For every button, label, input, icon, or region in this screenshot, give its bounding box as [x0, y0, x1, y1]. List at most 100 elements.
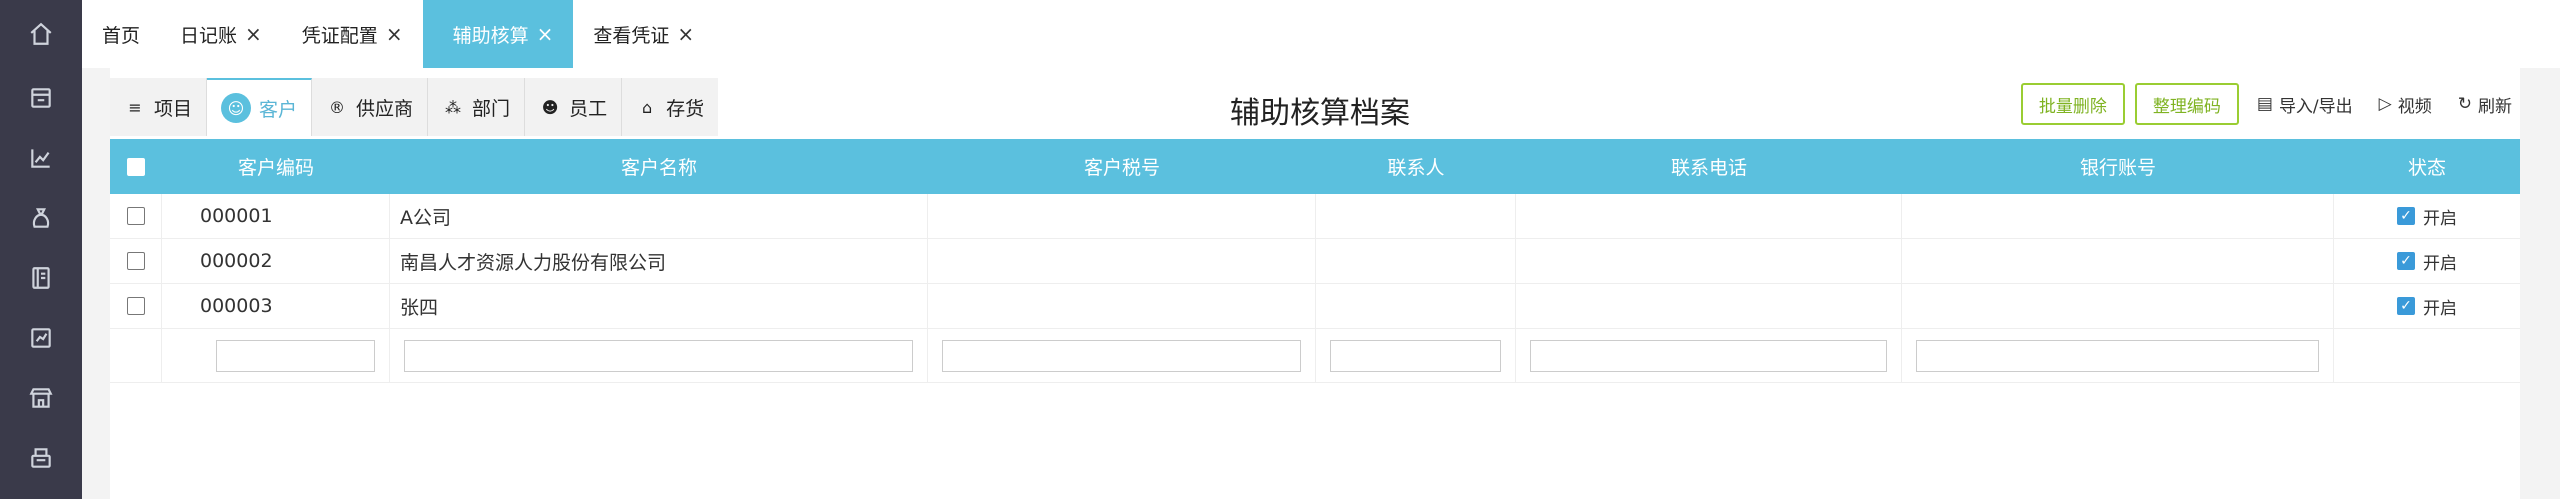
status-label: 开启 [2423, 208, 2457, 229]
close-icon[interactable]: × [245, 22, 262, 46]
column-header[interactable]: 客户编码 [162, 139, 390, 194]
list-icon: ≡ [128, 97, 142, 117]
name-input-cell [390, 329, 928, 382]
column-header[interactable]: 客户名称 [390, 139, 928, 194]
sort-codes-button[interactable]: 整理编码 [2134, 83, 2239, 125]
code-input-cell [162, 329, 390, 382]
ledger-icon[interactable] [0, 248, 82, 308]
contact-person [1316, 284, 1516, 328]
bank-input[interactable] [1916, 339, 2319, 372]
column-header[interactable]: 客户税号 [928, 139, 1316, 194]
contact-phone [1516, 284, 1902, 328]
status-toggle[interactable]: ✓ 开启 [2397, 204, 2457, 229]
chart-icon[interactable] [0, 128, 82, 188]
category-tab-inventory[interactable]: ⌂ 存货 [622, 78, 718, 136]
table-row[interactable]: 000003 张四 ✓ 开启 [110, 284, 2520, 329]
table-row[interactable]: 000002 南昌人才资源人力股份有限公司 ✓ 开启 [110, 239, 2520, 284]
row-checkbox[interactable] [126, 252, 145, 270]
document-icon: ▤ [2256, 94, 2273, 114]
sidebar [0, 0, 82, 499]
import-export-label: 导入/导出 [2278, 96, 2353, 117]
refresh-label: 刷新 [2478, 96, 2512, 117]
status-label: 开启 [2423, 298, 2457, 319]
report-icon[interactable] [0, 308, 82, 368]
name-input[interactable] [404, 339, 913, 372]
status-toggle[interactable]: ✓ 开启 [2397, 249, 2457, 274]
select-all-checkbox[interactable] [127, 157, 145, 176]
category-tab-label: 部门 [472, 97, 511, 120]
customer-code: 000002 [162, 239, 390, 283]
import-export-button[interactable]: ▤ 导入/导出 [2249, 92, 2361, 117]
column-header[interactable]: 联系电话 [1516, 139, 1902, 194]
voucher-icon[interactable] [0, 68, 82, 128]
category-tab-employee[interactable]: ☻ 员工 [525, 78, 623, 136]
phone-input-cell [1516, 329, 1902, 382]
status-cell: ✓ 开启 [2334, 239, 2520, 283]
close-icon[interactable]: × [537, 22, 554, 46]
row-checkbox[interactable] [126, 207, 145, 225]
tab-journal[interactable]: 日记账 × [160, 0, 282, 68]
customer-table: 客户编码 客户名称 客户税号 联系人 联系电话 银行账号 状态 000001 A… [110, 139, 2520, 383]
store-icon[interactable] [0, 368, 82, 428]
category-tab-department[interactable]: ⁂ 部门 [428, 78, 526, 136]
table-row[interactable]: 000001 A公司 ✓ 开启 [110, 194, 2520, 239]
row-select-cell [110, 284, 162, 328]
batch-delete-button[interactable]: 批量删除 [2020, 83, 2125, 125]
customer-tax-no [928, 194, 1316, 238]
bank-account [1902, 239, 2334, 283]
customer-name: 南昌人才资源人力股份有限公司 [390, 239, 928, 283]
refresh-button[interactable]: ↻ 刷新 [2450, 92, 2520, 117]
tab-label: 凭证配置 [301, 24, 378, 47]
code-input[interactable] [216, 339, 375, 372]
tab-view-voucher[interactable]: 查看凭证 × [573, 0, 714, 68]
column-header[interactable]: 银行账号 [1902, 139, 2334, 194]
customer-code: 000003 [162, 284, 390, 328]
close-icon[interactable]: × [677, 22, 694, 46]
action-bar: 批量删除 整理编码 ▤ 导入/导出 ▷ 视频 ↻ 刷新 [2020, 83, 2520, 125]
phone-input[interactable] [1530, 339, 1887, 372]
bank-account [1902, 194, 2334, 238]
tab-voucher-config[interactable]: 凭证配置 × [282, 0, 423, 68]
row-select-cell [110, 239, 162, 283]
customer-name: 张四 [390, 284, 928, 328]
checkmark-icon: ✓ [2397, 252, 2415, 270]
customer-tax-no [928, 284, 1316, 328]
close-icon[interactable]: × [386, 22, 403, 46]
video-label: 视频 [2397, 96, 2432, 117]
page-title: 辅助核算档案 [1230, 96, 1410, 131]
contact-input-cell [1316, 329, 1516, 382]
contact-input[interactable] [1330, 339, 1501, 372]
content-panel: ≡ 项目 ☺ 客户 ® 供应商 ⁂ 部门 ☻ 员工 ⌂ 存货 辅助核算档案 批量… [110, 68, 2520, 499]
new-row-inputs [110, 329, 2520, 383]
category-tab-label: 员工 [569, 97, 608, 120]
tab-auxiliary-accounting[interactable]: 辅助核算 × [422, 0, 574, 68]
contact-phone [1516, 194, 1902, 238]
status-cell: ✓ 开启 [2334, 194, 2520, 238]
tab-bar: 首页 日记账 × 凭证配置 × 辅助核算 × 查看凭证 × [82, 0, 2560, 68]
tab-label: 日记账 [180, 24, 238, 47]
cash-register-icon[interactable] [0, 428, 82, 488]
org-icon: ⁂ [445, 97, 462, 117]
home-icon[interactable] [0, 0, 82, 68]
video-button[interactable]: ▷ 视频 [2371, 92, 2440, 117]
column-header[interactable]: 状态 [2334, 139, 2520, 194]
row-select-cell [110, 194, 162, 238]
contact-person [1316, 194, 1516, 238]
tax-no-input[interactable] [942, 339, 1301, 372]
category-tab-supplier[interactable]: ® 供应商 [312, 78, 429, 136]
bank-input-cell [1902, 329, 2334, 382]
money-bag-icon[interactable] [0, 188, 82, 248]
category-tab-project[interactable]: ≡ 项目 [110, 78, 208, 136]
row-checkbox[interactable] [126, 297, 145, 315]
tab-label: 首页 [102, 24, 141, 47]
checkmark-icon: ✓ [2397, 297, 2415, 315]
category-tab-customer[interactable]: ☺ 客户 [207, 78, 313, 136]
tab-home[interactable]: 首页 [82, 0, 160, 68]
table-header: 客户编码 客户名称 客户税号 联系人 联系电话 银行账号 状态 [110, 139, 2520, 194]
customer-tax-no [928, 239, 1316, 283]
contact-phone [1516, 239, 1902, 283]
user-icon: ☺ [221, 93, 252, 123]
status-toggle[interactable]: ✓ 开启 [2397, 294, 2457, 319]
column-header[interactable]: 联系人 [1316, 139, 1516, 194]
category-tab-label: 客户 [259, 98, 298, 121]
